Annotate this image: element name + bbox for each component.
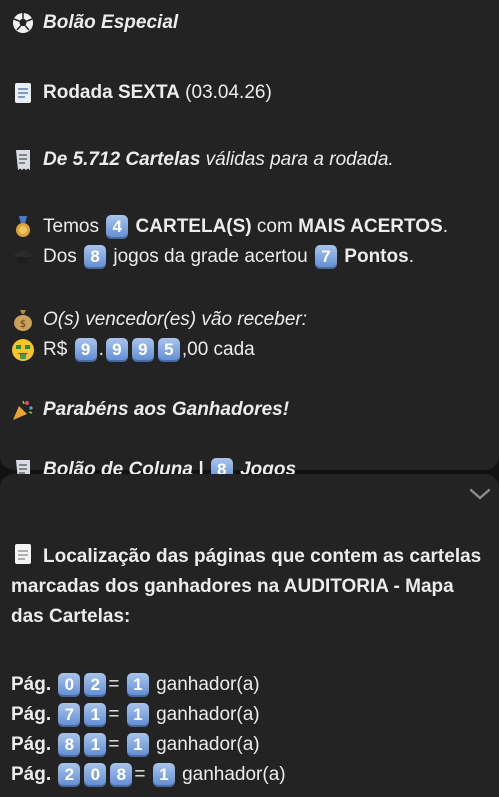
pag-row: Pág. 0 2 = 1 ganhador(a) [11,670,499,700]
ganhador-label: ganhador(a) [156,674,260,695]
rodada-label: Rodada SEXTA [43,82,180,103]
page-digit-key: 2 [58,763,81,787]
rodada-date: (03.04.26) [179,82,272,103]
equals-sign: = [108,734,120,755]
parabens-text: Parabéns aos Ganhadores! [43,399,290,420]
page-digit-key: 1 [84,733,107,757]
receipt-icon [11,148,35,172]
dos-end: Pontos [344,246,409,267]
title-line: Bolão Especial [11,8,499,38]
vencedor-line: $ O(s) vencedor(es) vão receber: [11,305,499,335]
equals-sign: = [134,764,146,785]
page-digit-key: 0 [84,763,107,787]
message-bubble-result: Bolão Especial Rodada SEXTA (03.04.26) D… [0,0,499,482]
pag-label: Pág. [11,704,52,725]
page-digit-key: 8 [110,763,133,787]
equals-sign: = [108,674,120,695]
parabens-line: Parabéns aos Ganhadores! [11,395,499,425]
svg-text:$: $ [20,319,26,330]
ganhador-count-key: 1 [126,703,149,727]
ganhador-count-key: 1 [126,673,149,697]
pag-row: Pág. 8 1 = 1 ganhador(a) [11,730,499,760]
ganhador-count-key: 1 [152,763,175,787]
pag-list: Pág. 0 2 = 1 ganhador(a) Pág. 7 1 = 1 ganhado… [11,670,499,790]
localizacao-paragraph: Localização das páginas que contem as ca… [11,542,491,632]
currency-label: R$ [43,339,68,360]
page-digit-key: 1 [84,703,107,727]
vencedor-text: O(s) vencedor(es) vão receber: [43,309,307,330]
page-digit-key: 0 [58,673,81,697]
pag-label: Pág. [11,734,52,755]
prize-digit-key: 9 [74,338,97,362]
pag-label: Pág. [11,674,52,695]
party-popper-icon [11,398,35,422]
money-bag-icon: $ [11,308,35,332]
dos-dot: . [408,246,414,267]
page-digit-key: 8 [58,733,81,757]
medal-icon [11,215,35,239]
prize-line: R$ 9 . 9 9 5 ,00 cada [11,335,499,365]
temos-cartelas: CARTELA(S) [135,216,252,237]
ganhador-count-key: 1 [126,733,149,757]
prize-digit-key: 9 [105,338,128,362]
cartelas-line: De 5.712 Cartelas válidas para a rodada. [11,145,499,175]
pag-row: Pág. 2 0 8 = 1 ganhador(a) [11,760,499,790]
rodada-line: Rodada SEXTA (03.04.26) [11,78,499,108]
graduation-icon [11,245,35,269]
dos-text: Dos [43,246,77,267]
page-digit-key: 2 [84,673,107,697]
document-icon [11,81,35,105]
prize-digit-key: 9 [131,338,154,362]
title-text: Bolão Especial [43,12,179,33]
temos-count-key: 4 [106,215,129,239]
ganhador-label: ganhador(a) [156,704,260,725]
equals-sign: = [108,704,120,725]
money-face-icon [11,338,35,362]
prize-digit-key: 5 [157,338,180,362]
dos-line: Dos 8 jogos da grade acertou 7 Pontos . [11,242,499,272]
prize-dot: . [98,339,104,360]
chevron-down-icon[interactable] [469,486,491,502]
message-bubble-auditoria: Localização das páginas que contem as ca… [0,474,499,797]
document-icon [11,542,35,566]
temos-dot: . [442,216,448,237]
temos-end: MAIS ACERTOS [298,216,443,237]
pag-row: Pág. 7 1 = 1 ganhador(a) [11,700,499,730]
temos-com: com [251,216,299,237]
ganhador-label: ganhador(a) [182,764,286,785]
ganhador-label: ganhador(a) [156,734,260,755]
dos-mid: jogos da grade acertou [113,246,308,267]
dos-points-key: 7 [315,245,338,269]
soccer-ball-icon [11,11,35,35]
dos-count-key: 8 [84,245,107,269]
page-digit-key: 7 [58,703,81,727]
temos-text: Temos [43,216,99,237]
prize-end: ,00 cada [181,339,255,360]
cartelas-count: De 5.712 Cartelas [43,149,201,170]
pag-label: Pág. [11,764,52,785]
cartelas-rest: válidas para a rodada. [200,149,394,170]
temos-line: Temos 4 CARTELA(S) com MAIS ACERTOS . [11,212,499,242]
localizacao-text: Localização das páginas que contem as ca… [11,546,482,627]
